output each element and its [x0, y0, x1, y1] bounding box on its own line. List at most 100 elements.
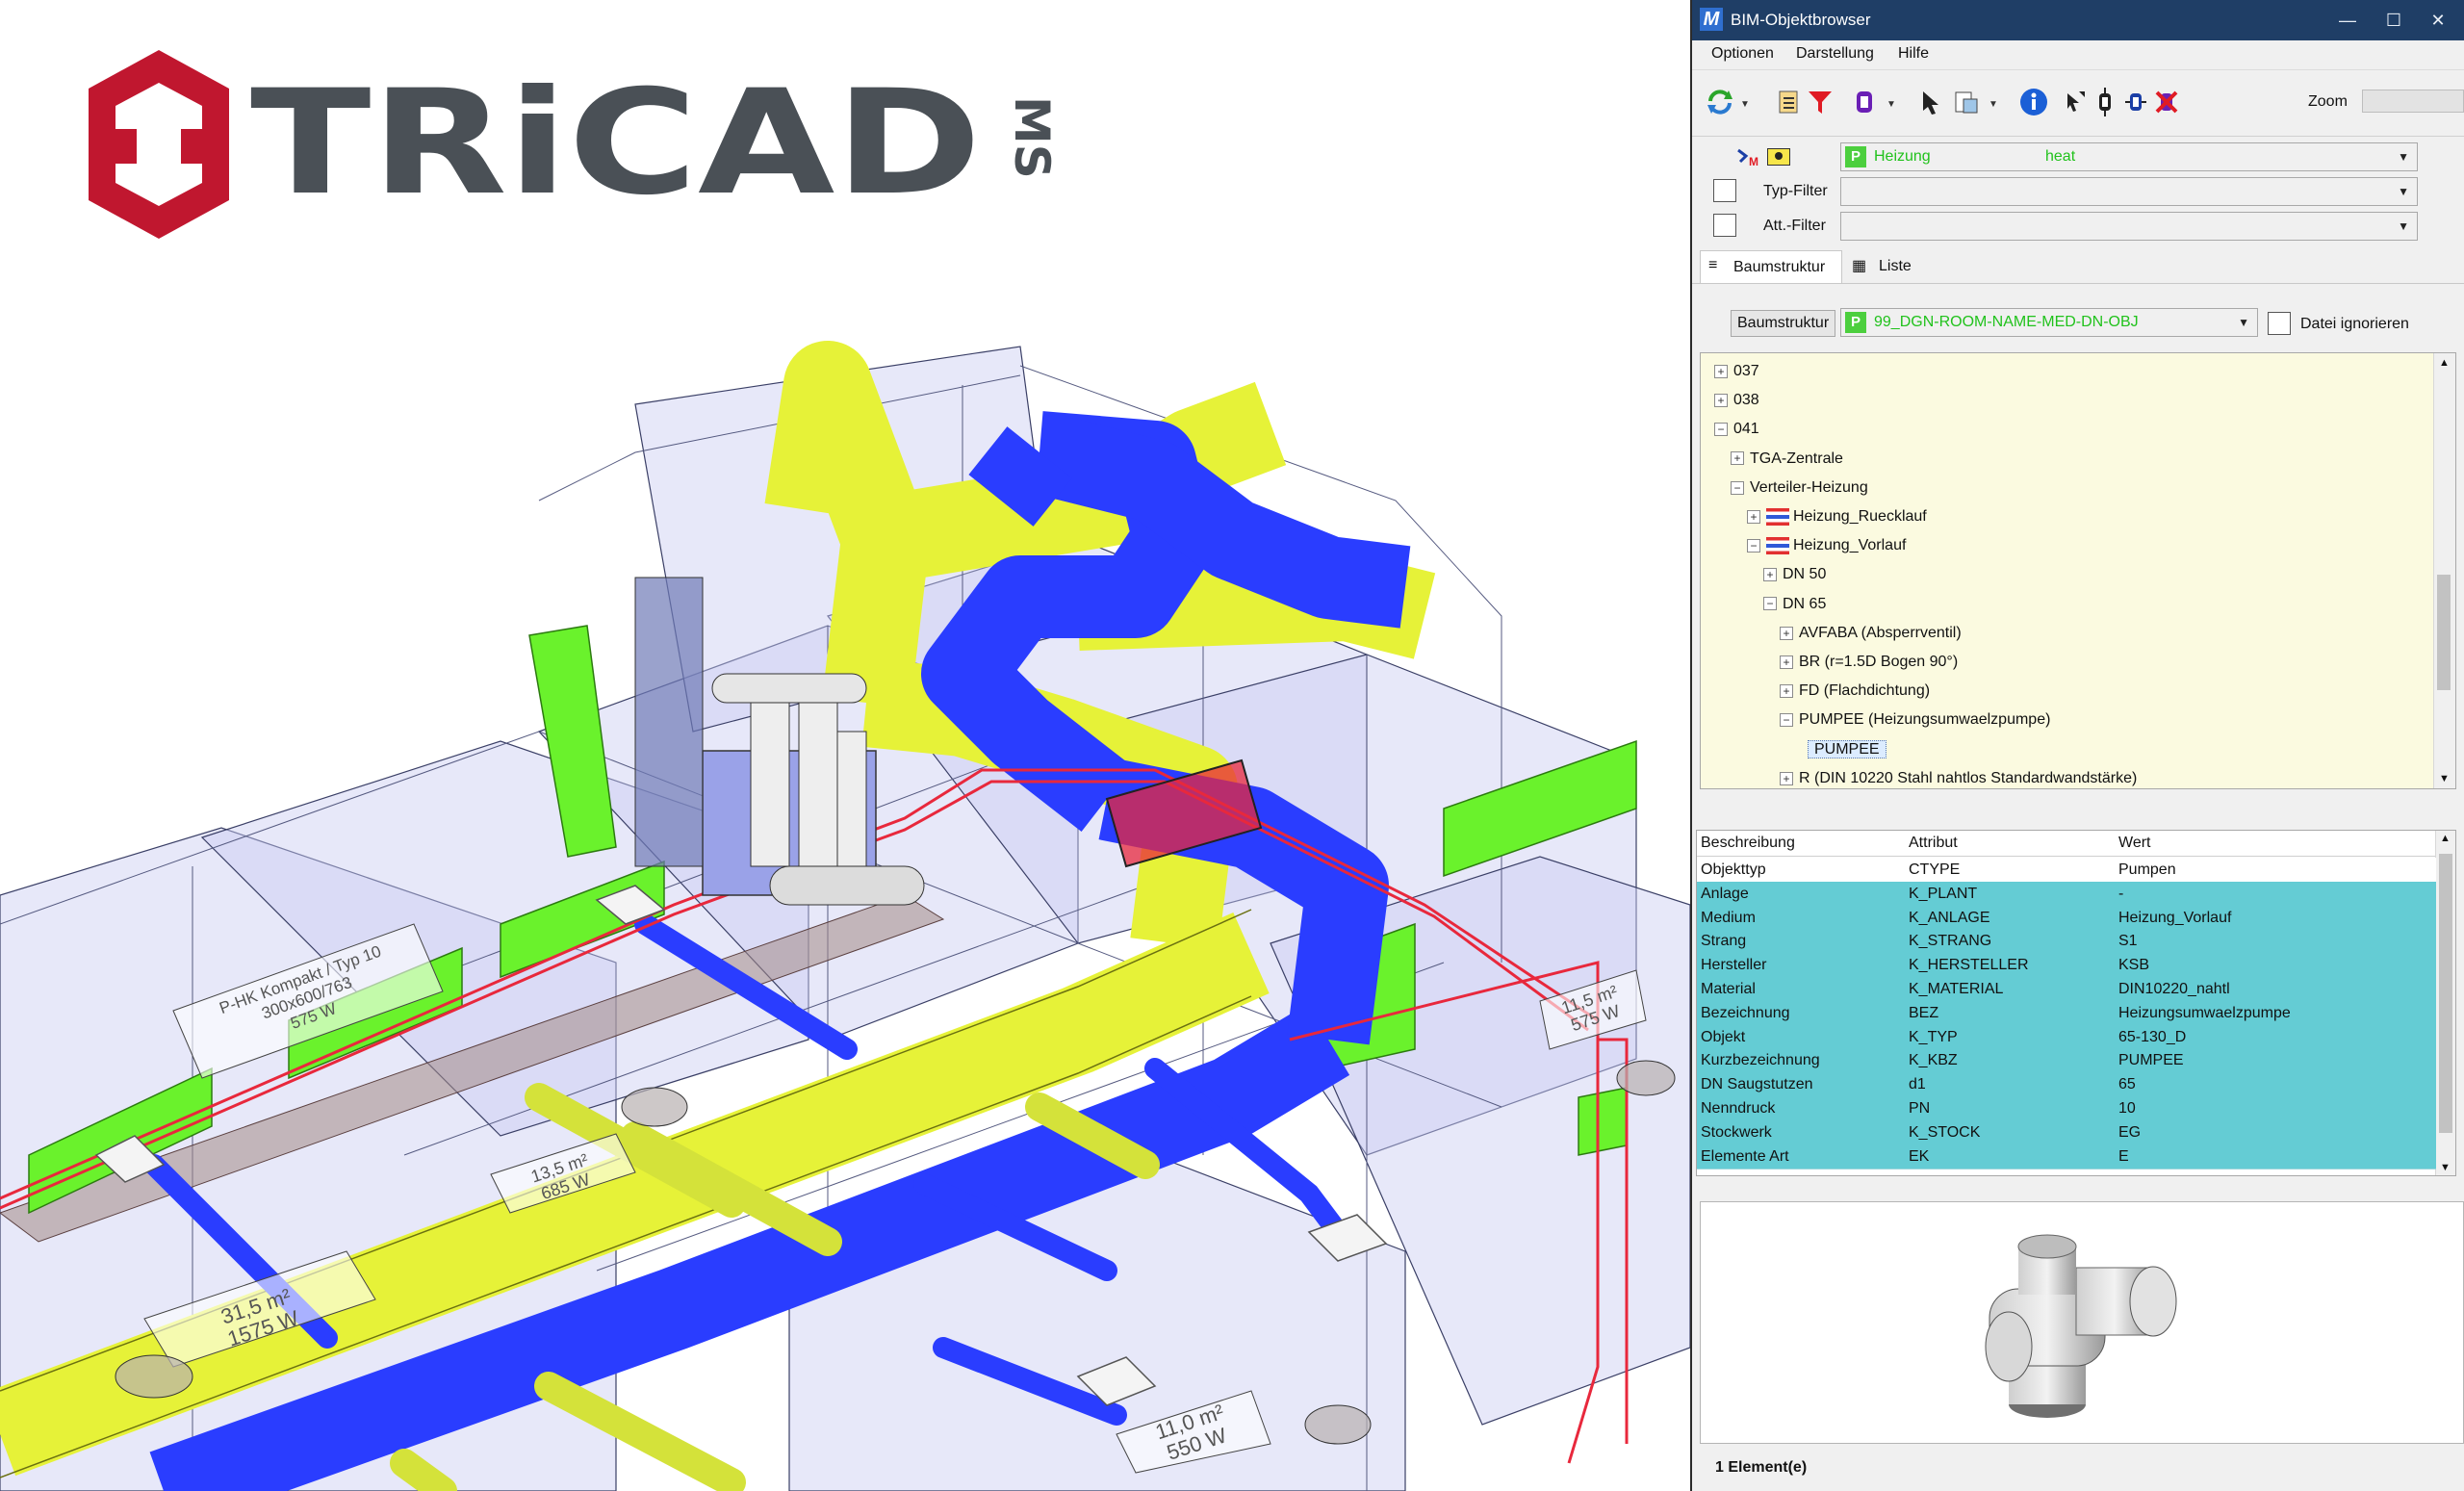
menu-view[interactable]: Darstellung [1796, 45, 1874, 63]
export-icon[interactable] [1948, 84, 1985, 120]
menu-bar: Optionen Darstellung Hilfe [1692, 40, 2464, 70]
table-row[interactable]: Medium K_ANLAGE Heizung_Vorlauf [1697, 905, 2436, 931]
menu-options[interactable]: Optionen [1711, 45, 1774, 63]
expand-icon[interactable]: + [1714, 364, 1728, 378]
tree-node[interactable]: +038 [1714, 386, 1759, 415]
cell-value: DIN10220_nahtl [2118, 981, 2230, 997]
tab-tree-label: Baumstruktur [1733, 259, 1826, 275]
object-select-icon[interactable] [1846, 84, 1883, 120]
medium-filter-select[interactable]: P Heizung heat ▼ [1840, 142, 2418, 171]
tab-tree[interactable]: ≡ Baumstruktur [1700, 250, 1842, 283]
zoom-select[interactable]: ▼ [2362, 90, 2464, 113]
window-titlebar[interactable]: M BIM-Objektbrowser — ☐ ✕ [1692, 0, 2464, 40]
tree-node[interactable]: + R (DIN 10220 Stahl nahtlos Standardwand… [1780, 764, 2137, 788]
tree-view[interactable]: ▲ ▼ +037 +038−041 + TGA-Zentrale − Verteiler-… [1700, 352, 2456, 789]
att-filter-checkbox[interactable] [1713, 214, 1736, 237]
attribute-table[interactable]: Beschreibung Attribut Wert ▲ ▼ Objekttyp… [1696, 830, 2456, 1176]
tree-node[interactable]: + DN 50 [1763, 560, 1826, 589]
tree-node[interactable]: − Heizung_Vorlauf [1747, 531, 1906, 560]
tree-node[interactable]: + FD (Flachdichtung) [1780, 677, 1930, 706]
tree-node-label: 037 [1733, 363, 1759, 379]
table-row[interactable]: Elemente Art EK E [1697, 1144, 2436, 1170]
expand-icon[interactable]: + [1780, 626, 1793, 640]
scroll-thumb[interactable] [2439, 854, 2452, 1133]
tree-node[interactable]: + AVFABA (Absperrventil) [1780, 619, 1962, 648]
medium-type-icon[interactable]: M [1736, 146, 1759, 168]
export-dropdown-icon[interactable]: ▼ [1989, 99, 1998, 110]
table-row[interactable]: Objekt K_TYP 65-130_D [1697, 1024, 2436, 1050]
type-filter-select[interactable]: ▼ [1840, 177, 2418, 206]
table-row[interactable]: Strang K_STRANG S1 [1697, 929, 2436, 955]
cell-attribute: BEZ [1909, 1004, 1939, 1021]
filter-icon[interactable] [1802, 84, 1838, 120]
tree-scrollbar[interactable]: ▲ ▼ [2433, 353, 2455, 788]
table-scrollbar[interactable]: ▲ ▼ [2435, 831, 2455, 1175]
collapse-icon[interactable]: − [1763, 597, 1777, 611]
scroll-down-icon[interactable]: ▼ [2439, 773, 2450, 784]
table-row[interactable]: DN Saugstutzen d1 65 [1697, 1072, 2436, 1098]
expand-icon[interactable]: + [1780, 771, 1793, 785]
tree-node[interactable]: + BR (r=1.5D Bogen 90°) [1780, 648, 1958, 677]
table-row[interactable]: Kurzbezeichnung K_KBZ PUMPEE [1697, 1048, 2436, 1074]
tree-node[interactable]: −041 [1714, 415, 1759, 444]
expand-icon[interactable]: + [1747, 509, 1760, 524]
expand-icon[interactable]: + [1714, 393, 1728, 407]
col-header-value[interactable]: Wert [2118, 835, 2150, 852]
menu-help[interactable]: Hilfe [1898, 45, 1929, 63]
pointer-icon[interactable] [1913, 84, 1950, 120]
scroll-thumb[interactable] [2437, 575, 2451, 690]
layer-color-icon[interactable] [1767, 148, 1790, 166]
info-icon[interactable] [2015, 84, 2052, 120]
window-title: BIM-Objektbrowser [1731, 11, 1871, 29]
cell-description: Anlage [1701, 885, 1749, 902]
collapse-icon[interactable]: − [1714, 423, 1728, 437]
cell-attribute: K_TYP [1909, 1028, 1958, 1045]
cell-description: Medium [1701, 909, 1756, 926]
close-button[interactable]: ✕ [2416, 6, 2460, 35]
table-row[interactable]: Stockwerk K_STOCK EG [1697, 1119, 2436, 1145]
scroll-up-icon[interactable]: ▲ [2439, 357, 2450, 369]
tricad-logo: TRiCAD MS [67, 48, 1068, 241]
clear-icon[interactable] [2148, 84, 2185, 120]
svg-text:M: M [1749, 155, 1758, 167]
structure-button[interactable]: Baumstruktur [1731, 310, 1836, 337]
tree-node[interactable]: − PUMPEE (Heizungsumwaelzpumpe) [1780, 706, 2050, 734]
expand-icon[interactable]: + [1780, 655, 1793, 669]
scroll-down-icon[interactable]: ▼ [2440, 1162, 2451, 1173]
col-header-attribute[interactable]: Attribut [1909, 835, 1958, 852]
structure-select[interactable]: P 99_DGN-ROOM-NAME-MED-DN-OBJ ▼ [1840, 308, 2258, 337]
table-row[interactable]: Anlage K_PLANT - [1697, 881, 2436, 907]
table-row[interactable]: Hersteller K_HERSTELLER KSB [1697, 953, 2436, 979]
scroll-up-icon[interactable]: ▲ [2440, 833, 2451, 844]
tree-node[interactable]: + Heizung_Ruecklauf [1747, 502, 1927, 531]
tree-node[interactable]: − DN 65 [1763, 590, 1826, 619]
minimize-button[interactable]: — [2325, 6, 2370, 35]
expand-icon[interactable]: + [1731, 451, 1744, 466]
tab-list[interactable]: ▦ Liste [1846, 250, 1952, 283]
refresh-icon[interactable] [1702, 84, 1738, 120]
cell-description: Objekt [1701, 1028, 1746, 1045]
model-viewport[interactable]: 31,5 m²1575 W 13,5 m²685 W 11,0 m²550 W … [0, 0, 1690, 1491]
tab-list-label: Liste [1879, 258, 1912, 274]
att-filter-select[interactable]: ▼ [1840, 212, 2418, 241]
table-row[interactable]: Bezeichnung BEZ Heizungsumwaelzpumpe [1697, 1000, 2436, 1026]
maximize-button[interactable]: ☐ [2372, 6, 2416, 35]
select-dropdown-icon[interactable]: ▼ [1886, 99, 1896, 110]
refresh-dropdown-icon[interactable]: ▼ [1740, 99, 1750, 110]
cell-value: Pumpen [2118, 861, 2176, 878]
table-row[interactable]: Material K_MATERIAL DIN10220_nahtl [1697, 977, 2436, 1002]
tree-node[interactable]: − Verteiler-Heizung [1731, 474, 1868, 502]
col-header-description[interactable]: Beschreibung [1701, 835, 1795, 852]
ignore-file-checkbox[interactable] [2268, 312, 2291, 335]
tree-node[interactable]: + TGA-Zentrale [1731, 445, 1843, 474]
collapse-icon[interactable]: − [1731, 480, 1744, 495]
tree-node[interactable]: +037 [1714, 357, 1759, 386]
table-row[interactable]: Nenndruck PN 10 [1697, 1096, 2436, 1121]
tree-node[interactable]: PUMPEE [1808, 735, 1886, 764]
expand-icon[interactable]: + [1780, 683, 1793, 698]
expand-icon[interactable]: + [1763, 568, 1777, 582]
table-row[interactable]: Objekttyp CTYPE Pumpen [1697, 858, 2436, 883]
collapse-icon[interactable]: − [1780, 713, 1793, 728]
collapse-icon[interactable]: − [1747, 538, 1760, 553]
type-filter-checkbox[interactable] [1713, 179, 1736, 202]
